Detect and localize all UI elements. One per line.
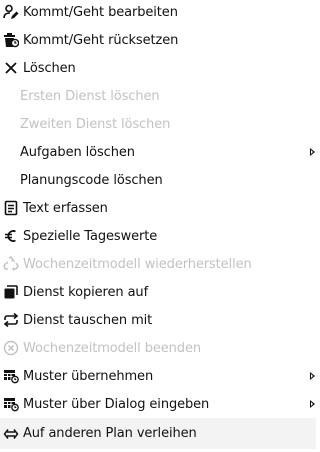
menu-item-label: Kommt/Geht rücksetzen (23, 32, 179, 48)
menu-item-planungscode-loeschen[interactable]: Planungscode löschen (0, 166, 316, 194)
menu-item-loeschen[interactable]: Löschen (0, 54, 316, 82)
menu-item-text-erfassen[interactable]: Text erfassen (0, 194, 316, 222)
menu-item-label: Planungscode löschen (20, 172, 163, 188)
menu-item-muster-ueber-dialog-eingeben[interactable]: Muster über Dialog eingeben (0, 390, 316, 418)
menu-item-label: Ersten Dienst löschen (20, 88, 160, 104)
document-text-icon (3, 200, 19, 216)
swap-icon (3, 312, 19, 328)
menu-item-label: Dienst tauschen mit (23, 312, 153, 328)
menu-item-label: Wochenzeitmodell wiederherstellen (23, 256, 252, 272)
menu-item-label: Zweiten Dienst löschen (20, 116, 171, 132)
menu-item-label: Text erfassen (23, 200, 108, 216)
menu-item-wochenzeitmodell-wiederherstellen: Wochenzeitmodell wiederherstellen (0, 250, 316, 278)
menu-item-muster-uebernehmen[interactable]: Muster übernehmen (0, 362, 316, 390)
user-edit-icon (3, 4, 19, 20)
menu-item-label: Aufgaben löschen (20, 144, 135, 160)
menu-item-label: Löschen (23, 60, 76, 76)
menu-item-spezielle-tageswerte[interactable]: Spezielle Tageswerte (0, 222, 316, 250)
menu-item-ersten-dienst-loeschen: Ersten Dienst löschen (0, 82, 316, 110)
menu-item-label: Wochenzeitmodell beenden (23, 340, 202, 356)
menu-item-label: Muster übernehmen (23, 368, 154, 384)
submenu-arrow-icon (310, 372, 315, 380)
menu-item-label: Dienst kopieren auf (23, 284, 149, 300)
menu-item-label: Muster über Dialog eingeben (23, 396, 210, 412)
menu-item-label: Kommt/Geht bearbeiten (23, 4, 178, 20)
submenu-arrow-icon (310, 148, 315, 156)
close-icon (3, 60, 19, 76)
menu-item-wochenzeitmodell-beenden: Wochenzeitmodell beenden (0, 334, 316, 362)
menu-item-dienst-kopieren-auf[interactable]: Dienst kopieren auf (0, 278, 316, 306)
menu-item-label: Auf anderen Plan verleihen (23, 426, 197, 441)
euro-icon (3, 228, 19, 244)
menu-item-kommt-geht-bearbeiten[interactable]: Kommt/Geht bearbeiten (0, 0, 316, 26)
trash-clock-icon (3, 32, 19, 48)
recycle-icon (3, 256, 19, 272)
menu-item-auf-anderen-plan-verleihen[interactable]: Auf anderen Plan verleihen (0, 418, 316, 449)
pattern-grid-icon (3, 396, 19, 412)
menu-item-zweiten-dienst-loeschen: Zweiten Dienst löschen (0, 110, 316, 138)
context-menu: Kommt/Geht bearbeiten Kommt/Geht rückset… (0, 0, 316, 449)
left-right-arrow-icon (3, 426, 19, 442)
menu-item-label: Spezielle Tageswerte (23, 228, 158, 244)
menu-item-kommt-geht-ruecksetzen[interactable]: Kommt/Geht rücksetzen (0, 26, 316, 54)
menu-item-aufgaben-loeschen[interactable]: Aufgaben löschen (0, 138, 316, 166)
copy-icon (3, 284, 19, 300)
menu-item-dienst-tauschen-mit[interactable]: Dienst tauschen mit (0, 306, 316, 334)
pattern-grid-icon (3, 368, 19, 384)
circle-x-icon (3, 340, 19, 356)
submenu-arrow-icon (310, 400, 315, 408)
